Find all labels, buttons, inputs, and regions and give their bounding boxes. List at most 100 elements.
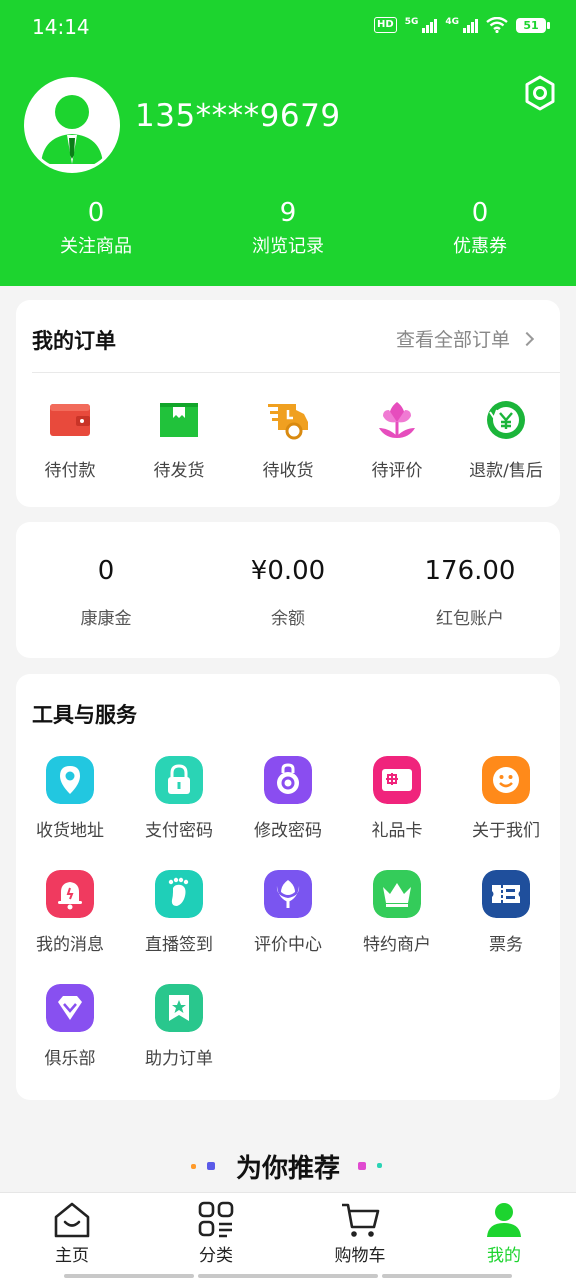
tool-label: 直播签到 bbox=[145, 935, 213, 955]
tab-label: 分类 bbox=[199, 1246, 233, 1266]
wallet-balance[interactable]: ¥0.00 余额 bbox=[198, 556, 378, 629]
tab-category[interactable]: 分类 bbox=[144, 1201, 288, 1266]
order-item-label: 待发货 bbox=[153, 461, 205, 481]
tool-label: 修改密码 bbox=[254, 821, 322, 841]
tool-shipping-address[interactable]: 收货地址 bbox=[16, 756, 124, 841]
decor-dot bbox=[358, 1162, 366, 1170]
hd-indicator: HD bbox=[374, 17, 397, 33]
order-pending-receipt[interactable]: 待收货 bbox=[234, 398, 342, 481]
tool-label: 评价中心 bbox=[254, 935, 322, 955]
order-item-label: 退款/售后 bbox=[469, 461, 543, 481]
bottom-tab-bar: 主页 分类 购物车 我的 bbox=[0, 1192, 576, 1280]
decor-dot bbox=[207, 1162, 215, 1170]
tab-mine[interactable]: 我的 bbox=[432, 1201, 576, 1266]
divider bbox=[32, 372, 560, 373]
smile-icon bbox=[482, 756, 530, 804]
tool-label: 收货地址 bbox=[36, 821, 104, 841]
tool-about-us[interactable]: 关于我们 bbox=[452, 756, 560, 841]
tab-label: 我的 bbox=[487, 1246, 521, 1266]
order-item-label: 待评价 bbox=[371, 461, 423, 481]
tool-label: 特约商户 bbox=[363, 935, 431, 955]
gesture-bar bbox=[64, 1274, 194, 1278]
delivery-truck-icon bbox=[268, 404, 308, 440]
tab-label: 购物车 bbox=[334, 1246, 386, 1266]
order-item-label: 待付款 bbox=[44, 461, 96, 481]
order-pending-payment[interactable]: 待付款 bbox=[16, 398, 124, 481]
tool-special-merchant[interactable]: 特约商户 bbox=[343, 870, 451, 955]
stat-coupons[interactable]: 0 优惠券 bbox=[384, 196, 576, 258]
bell-icon bbox=[46, 870, 94, 918]
battery-icon: 51 bbox=[516, 17, 550, 33]
tools-title: 工具与服务 bbox=[32, 703, 137, 727]
bookmark-star-icon bbox=[155, 984, 203, 1032]
category-icon bbox=[198, 1201, 234, 1238]
view-all-orders-label: 查看全部订单 bbox=[395, 329, 510, 351]
tool-change-password[interactable]: 修改密码 bbox=[234, 756, 342, 841]
settings-hexagon-icon[interactable] bbox=[522, 74, 558, 112]
flower-icon bbox=[379, 402, 415, 438]
tool-live-checkin[interactable]: 直播签到 bbox=[125, 870, 233, 955]
my-orders-card: 我的订单 查看全部订单 待付款 待发货 待收货 待评价 退款/售后 bbox=[16, 300, 560, 507]
decor-dot bbox=[191, 1164, 196, 1169]
network-4g-label: 4G bbox=[445, 17, 459, 27]
view-all-orders-link[interactable]: 查看全部订单 bbox=[395, 325, 535, 352]
home-icon bbox=[54, 1202, 90, 1238]
stat-followed-goods[interactable]: 0 关注商品 bbox=[0, 196, 192, 258]
lock-icon bbox=[155, 756, 203, 804]
stat-value: 0 bbox=[87, 198, 105, 228]
wallet-value: ¥0.00 bbox=[250, 556, 326, 586]
user-phone[interactable]: 135****9679 bbox=[135, 98, 341, 134]
tool-my-messages[interactable]: 我的消息 bbox=[16, 870, 124, 955]
ticket-icon bbox=[482, 870, 530, 918]
tool-label: 助力订单 bbox=[145, 1049, 213, 1069]
wallet-kangkang-gold[interactable]: 0 康康金 bbox=[16, 556, 196, 629]
tool-label: 我的消息 bbox=[36, 935, 104, 955]
stat-label: 优惠券 bbox=[453, 236, 507, 257]
avatar[interactable] bbox=[24, 77, 120, 173]
wallet-icon bbox=[50, 404, 90, 436]
tool-club[interactable]: 俱乐部 bbox=[16, 984, 124, 1069]
orders-title: 我的订单 bbox=[32, 329, 116, 353]
gift-card-icon bbox=[373, 756, 421, 804]
tool-assist-order[interactable]: 助力订单 bbox=[125, 984, 233, 1069]
wallet-red-packet[interactable]: 176.00 红包账户 bbox=[380, 556, 560, 629]
recommend-section: 为你推荐 bbox=[0, 1148, 576, 1185]
order-refund[interactable]: 退款/售后 bbox=[452, 398, 560, 481]
tab-home[interactable]: 主页 bbox=[0, 1201, 144, 1266]
status-icons: HD 5G 4G 51 bbox=[374, 17, 550, 33]
order-pending-shipment[interactable]: 待发货 bbox=[125, 398, 233, 481]
footprint-icon bbox=[155, 870, 203, 918]
cart-icon bbox=[342, 1203, 380, 1237]
wallet-value: 0 bbox=[97, 556, 115, 586]
stat-value: 9 bbox=[279, 198, 297, 228]
refund-icon bbox=[487, 401, 525, 439]
status-bar: 14:14 HD 5G 4G 51 bbox=[0, 0, 576, 54]
tool-label: 礼品卡 bbox=[371, 821, 423, 841]
tool-payment-password[interactable]: 支付密码 bbox=[125, 756, 233, 841]
signal-icon bbox=[422, 17, 438, 33]
box-icon bbox=[160, 403, 198, 437]
order-item-label: 待收货 bbox=[262, 461, 314, 481]
stat-value: 0 bbox=[471, 198, 489, 228]
status-time: 14:14 bbox=[32, 15, 90, 39]
wallet-value: 176.00 bbox=[424, 556, 516, 586]
wifi-icon bbox=[486, 17, 508, 33]
key-lock-icon bbox=[264, 756, 312, 804]
tool-tickets[interactable]: 票务 bbox=[452, 870, 560, 955]
user-avatar-icon bbox=[27, 80, 117, 170]
stat-browse-history[interactable]: 9 浏览记录 bbox=[192, 196, 384, 258]
decor-dot bbox=[377, 1163, 382, 1168]
tool-gift-card[interactable]: 礼品卡 bbox=[343, 756, 451, 841]
user-icon bbox=[487, 1203, 521, 1237]
network-5g-label: 5G bbox=[404, 17, 419, 27]
stat-label: 浏览记录 bbox=[252, 236, 324, 257]
tool-label: 票务 bbox=[489, 935, 523, 955]
gesture-bar bbox=[382, 1274, 512, 1278]
tool-review-center[interactable]: 评价中心 bbox=[234, 870, 342, 955]
order-pending-review[interactable]: 待评价 bbox=[343, 398, 451, 481]
wallet-card: 0 康康金 ¥0.00 余额 176.00 红包账户 bbox=[16, 522, 560, 658]
profile-header: 14:14 HD 5G 4G 51 135****9679 0 关注商品 9 浏… bbox=[0, 0, 576, 286]
location-icon bbox=[46, 756, 94, 804]
wallet-label: 红包账户 bbox=[436, 609, 504, 629]
tab-cart[interactable]: 购物车 bbox=[288, 1201, 432, 1266]
